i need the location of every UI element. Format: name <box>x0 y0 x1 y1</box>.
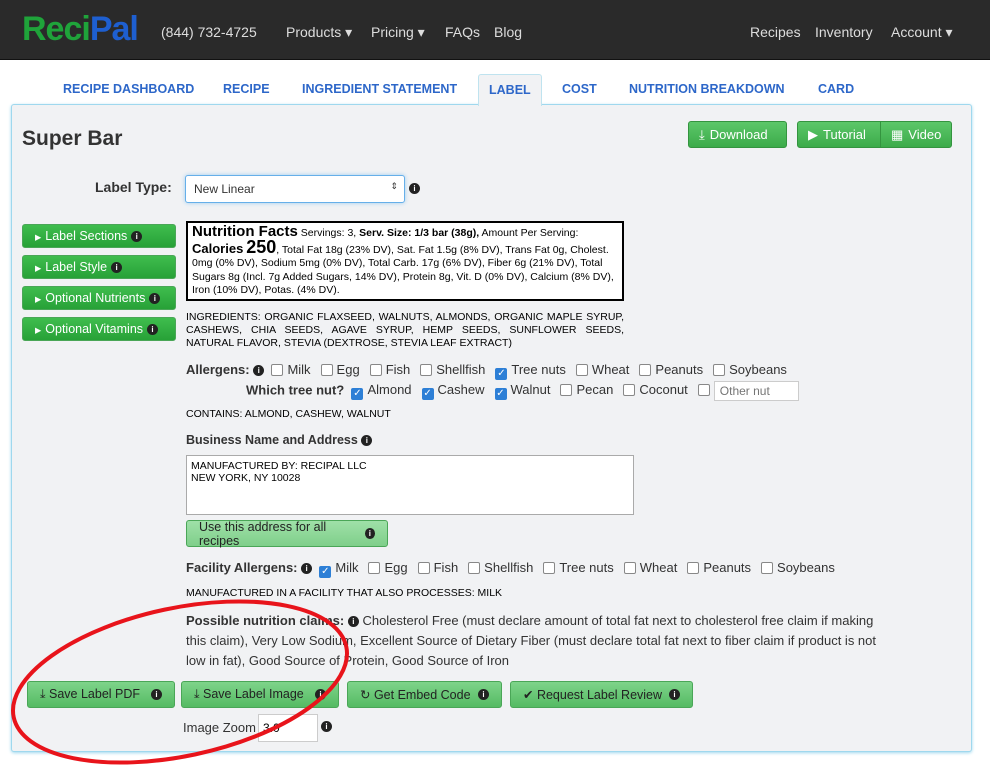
checkbox-almond[interactable]: ✓ Almond <box>351 382 412 401</box>
checkbox-shellfish[interactable]: Shellfish <box>420 362 485 377</box>
business-label: Business Name and Address i <box>186 433 373 447</box>
checkbox-egg[interactable]: Egg <box>368 560 408 575</box>
red-circle-annotation <box>11 599 349 765</box>
nav-recipes[interactable]: Recipes <box>750 24 801 40</box>
share-icon: ↻ Get Embed Code <box>360 688 471 702</box>
checkbox-milk[interactable]: ✓ Milk <box>319 560 358 578</box>
checkbox-pecan[interactable]: Pecan <box>560 382 613 397</box>
label-type-label: Label Type: <box>95 179 172 195</box>
tab-nutrition-breakdown[interactable]: NUTRITION BREAKDOWN <box>629 74 785 105</box>
checkbox-shellfish[interactable]: Shellfish <box>468 560 533 575</box>
label-type-select[interactable]: New Linear ⇕ <box>185 175 405 203</box>
label-sections-button[interactable]: ▸ Label Sections i <box>22 224 176 248</box>
checkbox-wheat[interactable]: Wheat <box>575 362 629 377</box>
nav-products[interactable]: Products ▾ <box>286 24 352 41</box>
top-navbar: ReciPal (844) 732-4725 Products ▾ Pricin… <box>0 0 990 60</box>
nav-inventory[interactable]: Inventory <box>815 24 873 40</box>
tab-ingredient-statement[interactable]: INGREDIENT STATEMENT <box>302 74 457 105</box>
nav-faqs[interactable]: FAQs <box>445 24 480 40</box>
checkbox-tree-nuts[interactable]: ✓ Tree nuts <box>495 362 566 380</box>
checkbox-walnut[interactable]: ✓ Walnut <box>494 382 550 401</box>
film-icon: ▦ <box>891 126 904 142</box>
checkbox-peanuts[interactable]: Peanuts <box>639 362 703 377</box>
download-icon: ⤓ <box>699 126 705 142</box>
download-button[interactable]: ⤓ Download <box>688 121 787 148</box>
use-address-button[interactable]: Use this address for all recipes i <box>186 520 388 548</box>
nav-pricing[interactable]: Pricing ▾ <box>371 24 425 41</box>
other-nut-input[interactable] <box>713 381 799 401</box>
nav-blog[interactable]: Blog <box>494 24 522 40</box>
info-icon: i <box>253 365 265 377</box>
checkbox-coconut[interactable]: Coconut <box>623 382 688 397</box>
tab-recipe-dashboard[interactable]: RECIPE DASHBOARD <box>63 74 194 105</box>
facility-allergens-row: Facility Allergens: i ✓ Milk Egg Fish Shellf… <box>186 560 835 578</box>
checkbox-fish[interactable]: Fish <box>369 362 410 377</box>
ingredient-statement: INGREDIENTS: ORGANIC FLAXSEED, WALNUTS, … <box>186 311 624 349</box>
recipal-logo[interactable]: ReciPal <box>22 10 139 49</box>
checkbox-milk[interactable]: Milk <box>271 362 311 377</box>
checkbox-peanuts[interactable]: Peanuts <box>687 560 751 575</box>
checkbox-tree-nuts[interactable]: Tree nuts <box>543 560 614 575</box>
check-icon: ✔ Request Label Review <box>523 688 663 702</box>
label-style-button[interactable]: ▸ Label Style i <box>22 255 176 279</box>
nutrition-facts-label: Nutrition Facts Servings: 3, Serv. Size:… <box>186 221 624 301</box>
tab-card[interactable]: CARD <box>818 74 854 105</box>
allergens-row: Allergens: i Milk Egg Fish Shellfish ✓ Tree n… <box>186 362 787 380</box>
get-embed-code-button[interactable]: ↻ Get Embed Code i <box>347 681 502 708</box>
checkbox-wheat[interactable]: Wheat <box>623 560 677 575</box>
tree-nut-row: Which tree nut? ✓ Almond ✓ Cashew ✓ Walnut Pec… <box>246 381 799 401</box>
contains-statement: CONTAINS: ALMOND, CASHEW, WALNUT <box>186 408 391 420</box>
video-button[interactable]: ▦ Video <box>880 121 952 148</box>
checkbox-soybeans[interactable]: Soybeans <box>761 560 835 575</box>
select-arrows-icon: ⇕ <box>390 181 398 191</box>
recipe-tabs: RECIPE DASHBOARD RECIPE INGREDIENT STATE… <box>0 74 990 106</box>
checkbox-cashew[interactable]: ✓ Cashew <box>421 382 485 401</box>
tab-cost[interactable]: COST <box>562 74 597 105</box>
info-icon[interactable]: i <box>409 183 420 194</box>
checkbox-egg[interactable]: Egg <box>320 362 360 377</box>
checkbox-soybeans[interactable]: Soybeans <box>713 362 787 377</box>
tab-label[interactable]: LABEL <box>478 74 542 106</box>
tab-recipe[interactable]: RECIPE <box>223 74 270 105</box>
checkbox-fish[interactable]: Fish <box>417 560 458 575</box>
business-address-textarea[interactable]: MANUFACTURED BY: RECIPAL LLC NEW YORK, N… <box>186 455 634 515</box>
optional-vitamins-button[interactable]: ▸ Optional Vitamins i <box>22 317 176 341</box>
request-label-review-button[interactable]: ✔ Request Label Review i <box>510 681 693 708</box>
recipe-title: Super Bar <box>22 127 123 150</box>
tutorial-button[interactable]: ▶ Tutorial <box>797 121 881 148</box>
optional-nutrients-button[interactable]: ▸ Optional Nutrients i <box>22 286 176 310</box>
phone-number[interactable]: (844) 732-4725 <box>161 24 257 40</box>
play-icon: ▶ <box>808 126 818 142</box>
nav-account[interactable]: Account ▾ <box>891 24 953 41</box>
